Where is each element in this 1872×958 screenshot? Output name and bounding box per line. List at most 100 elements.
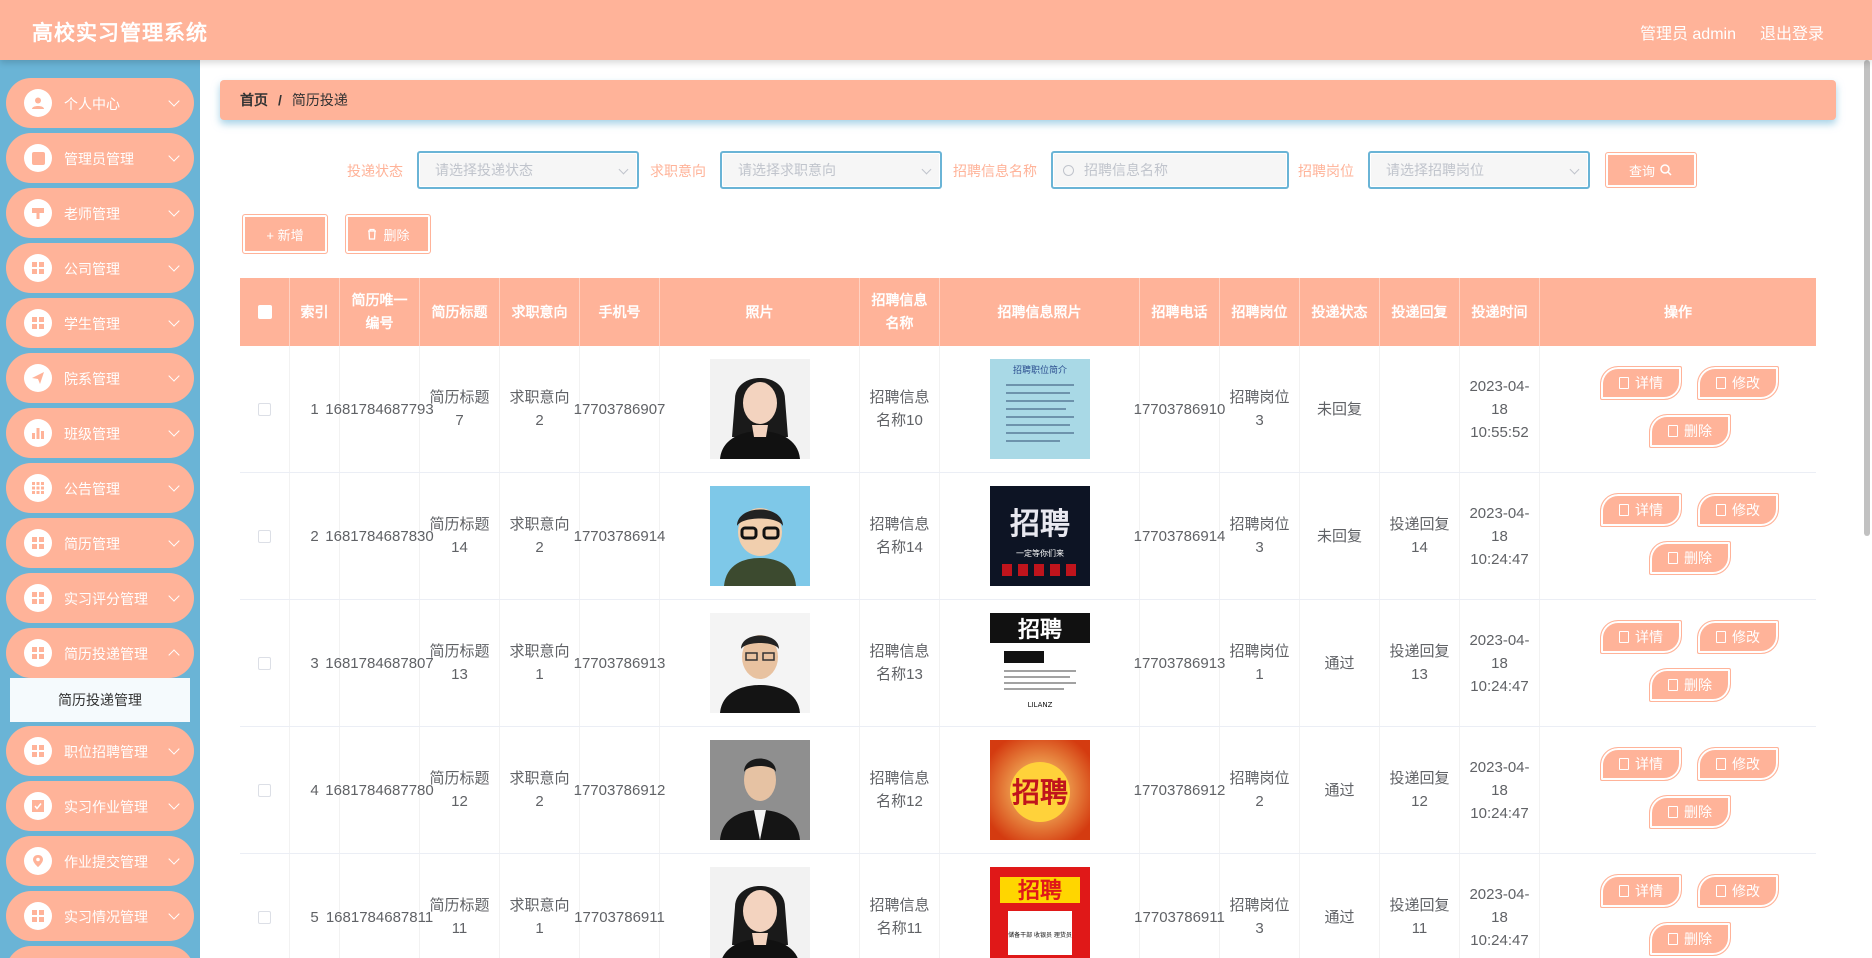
sidebar-item-teacher[interactable]: 老师管理 bbox=[6, 188, 194, 238]
name-filter-input[interactable]: 招聘信息名称 bbox=[1051, 151, 1289, 189]
edit-button[interactable]: 修改 bbox=[1697, 493, 1779, 527]
trash-icon bbox=[1668, 552, 1678, 564]
cell-recruit-phone: 17703786914 bbox=[1134, 473, 1225, 599]
delete-button[interactable]: 删除 bbox=[1649, 922, 1731, 956]
chevron-down-icon bbox=[168, 798, 180, 810]
sidebar-item-personal-center[interactable]: 个人中心 bbox=[6, 78, 194, 128]
cell-time: 2023-04-18 10:24:47 bbox=[1460, 854, 1540, 958]
select-all-checkbox[interactable] bbox=[257, 305, 272, 319]
delete-button[interactable]: 删除 bbox=[1649, 795, 1731, 829]
sidebar-item-class[interactable]: 班级管理 bbox=[6, 408, 194, 458]
table-header: 索引 简历唯一编号 简历标题 求职意向 手机号 照片 招聘信息名称 招聘信息照片… bbox=[240, 278, 1816, 346]
add-button[interactable]: + 新增 bbox=[242, 214, 328, 254]
column-header[interactable]: 简历唯一编号 bbox=[340, 278, 420, 346]
column-header[interactable]: 招聘信息照片 bbox=[940, 278, 1140, 346]
detail-button[interactable]: 详情 bbox=[1600, 620, 1682, 654]
breadcrumb-separator: / bbox=[278, 92, 282, 108]
edit-button[interactable]: 修改 bbox=[1697, 747, 1779, 781]
recruit-poster[interactable]: 招聘 LILANZ bbox=[989, 613, 1090, 713]
delete-label: 删除 bbox=[1684, 676, 1712, 693]
resume-photo[interactable] bbox=[709, 486, 810, 586]
page-scrollbar[interactable] bbox=[1864, 60, 1870, 536]
delete-button[interactable]: 删除 bbox=[1649, 668, 1731, 702]
delete-button[interactable]: 删除 bbox=[1649, 414, 1731, 448]
resume-photo[interactable] bbox=[709, 359, 810, 459]
grid-icon bbox=[24, 309, 52, 337]
recruit-poster[interactable]: 招聘职位简介 bbox=[989, 359, 1090, 459]
recruit-poster[interactable]: 招聘 储备干部 收银员 理货员 bbox=[989, 867, 1090, 958]
table-row: 4 1681784687780 简历标题12 求职意向2 17703786912… bbox=[240, 727, 1816, 854]
resume-photo[interactable] bbox=[709, 613, 810, 713]
detail-button[interactable]: 详情 bbox=[1600, 493, 1682, 527]
column-header[interactable]: 招聘岗位 bbox=[1220, 278, 1300, 346]
edit-button[interactable]: 修改 bbox=[1697, 874, 1779, 908]
admin-user-label[interactable]: 管理员 admin bbox=[1640, 20, 1736, 44]
chevron-down-icon bbox=[1569, 164, 1580, 175]
recruit-poster[interactable]: 招聘 一定等你们来 bbox=[989, 486, 1090, 586]
column-header[interactable]: 求职意向 bbox=[500, 278, 580, 346]
sidebar-item-homework[interactable]: 实习作业管理 bbox=[6, 781, 194, 831]
logout-link[interactable]: 退出登录 bbox=[1760, 20, 1824, 44]
sidebar-item-resume[interactable]: 简历管理 bbox=[6, 518, 194, 568]
row-checkbox[interactable] bbox=[258, 402, 271, 416]
cell-recruit-phone: 17703786911 bbox=[1134, 854, 1225, 958]
sidebar-item-admin[interactable]: 管理员管理 bbox=[6, 133, 194, 183]
breadcrumb-home[interactable]: 首页 bbox=[240, 90, 268, 110]
poster-text-4: 招聘 bbox=[1011, 776, 1067, 809]
chevron-down-icon bbox=[168, 370, 180, 382]
column-header[interactable]: 简历标题 bbox=[420, 278, 500, 346]
sidebar-item-student[interactable]: 学生管理 bbox=[6, 298, 194, 348]
sidebar-item-notice[interactable]: 公告管理 bbox=[6, 463, 194, 513]
row-checkbox[interactable] bbox=[258, 783, 271, 797]
breadcrumb-current: 简历投递 bbox=[291, 92, 348, 108]
edit-icon bbox=[1716, 758, 1726, 770]
detail-button[interactable]: 详情 bbox=[1600, 366, 1682, 400]
sidebar-item-company[interactable]: 公司管理 bbox=[6, 243, 194, 293]
edit-icon bbox=[1716, 631, 1726, 643]
sidebar-item-department[interactable]: 院系管理 bbox=[6, 353, 194, 403]
poster-text-1: 招聘职位简介 bbox=[1012, 364, 1066, 376]
status-filter-select[interactable]: 请选择投递状态 bbox=[417, 151, 639, 189]
sidebar-item-more[interactable] bbox=[6, 946, 194, 958]
edit-label: 修改 bbox=[1732, 882, 1760, 899]
row-checkbox[interactable] bbox=[258, 910, 271, 924]
resume-photo[interactable] bbox=[709, 740, 810, 840]
poster-text-3: 招聘 bbox=[1017, 618, 1061, 643]
sidebar-item-internship-status[interactable]: 实习情况管理 bbox=[6, 891, 194, 941]
column-header[interactable]: 照片 bbox=[660, 278, 860, 346]
post-filter-select[interactable]: 请选择招聘岗位 bbox=[1368, 151, 1590, 189]
column-header[interactable]: 招聘信息名称 bbox=[860, 278, 940, 346]
column-header[interactable]: 招聘电话 bbox=[1140, 278, 1220, 346]
user-icon bbox=[24, 89, 52, 117]
edit-button[interactable]: 修改 bbox=[1697, 366, 1779, 400]
column-header[interactable]: 索引 bbox=[290, 278, 340, 346]
column-header[interactable]: 投递回复 bbox=[1380, 278, 1460, 346]
detail-button[interactable]: 详情 bbox=[1600, 747, 1682, 781]
cell-actions: 详情 修改 删除 bbox=[1540, 473, 1816, 599]
sidebar-item-job-recruit[interactable]: 职位招聘管理 bbox=[6, 726, 194, 776]
edit-button[interactable]: 修改 bbox=[1697, 620, 1779, 654]
batch-delete-button[interactable]: 删除 bbox=[345, 214, 431, 254]
cell-actions: 详情 修改 删除 bbox=[1540, 727, 1816, 853]
sidebar-item-submission[interactable]: 作业提交管理 bbox=[6, 836, 194, 886]
recruit-poster[interactable]: 招聘 bbox=[989, 740, 1090, 840]
edit-icon bbox=[1716, 377, 1726, 389]
row-checkbox[interactable] bbox=[258, 656, 271, 670]
submenu-item-resume-delivery[interactable]: 简历投递管理 bbox=[10, 678, 190, 722]
resume-photo[interactable] bbox=[709, 867, 810, 958]
grid-icon bbox=[24, 584, 52, 612]
column-header[interactable]: 投递时间 bbox=[1460, 278, 1540, 346]
row-checkbox[interactable] bbox=[258, 529, 271, 543]
sidebar-item-internship-score[interactable]: 实习评分管理 bbox=[6, 573, 194, 623]
sidebar-item-resume-delivery[interactable]: 简历投递管理 bbox=[6, 628, 194, 678]
column-header[interactable]: 手机号 bbox=[580, 278, 660, 346]
edit-icon bbox=[1716, 885, 1726, 897]
query-button[interactable]: 查询 bbox=[1605, 152, 1697, 188]
post-filter-placeholder: 请选择招聘岗位 bbox=[1386, 162, 1484, 178]
column-header[interactable]: 投递状态 bbox=[1300, 278, 1380, 346]
intent-filter-select[interactable]: 请选择求职意向 bbox=[720, 151, 942, 189]
detail-button[interactable]: 详情 bbox=[1600, 874, 1682, 908]
delete-button[interactable]: 删除 bbox=[1649, 541, 1731, 575]
cell-post: 招聘岗位3 bbox=[1220, 346, 1300, 472]
sidebar-item-label: 管理员管理 bbox=[64, 151, 134, 167]
